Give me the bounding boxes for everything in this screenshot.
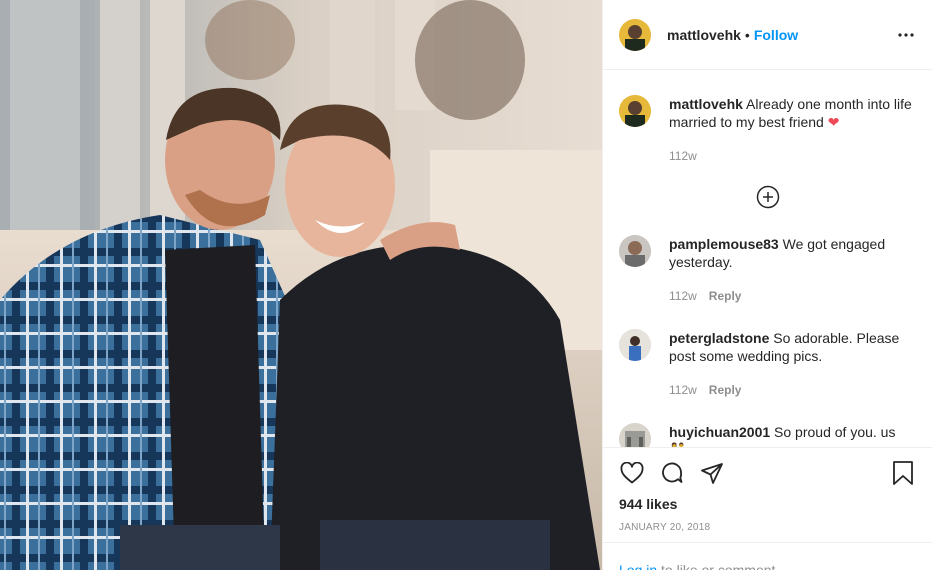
comment-time[interactable]: 112w [669, 381, 697, 399]
post-panel: mattlovehk • Follow mattlovehk Already o… [602, 0, 932, 570]
comment-username[interactable]: huyichuan2001 [669, 424, 770, 440]
heart-icon[interactable] [619, 460, 645, 486]
couple-photo [0, 0, 602, 570]
login-prompt: Log in to like or comment. [603, 542, 932, 570]
login-link[interactable]: Log in [619, 562, 657, 570]
commenter-avatar[interactable] [619, 235, 651, 267]
comment-username[interactable]: pamplemouse83 [669, 236, 779, 252]
commenter-avatar[interactable] [619, 329, 651, 361]
author-avatar[interactable] [619, 95, 651, 127]
like-count[interactable]: 944 likes [619, 496, 916, 512]
share-icon[interactable] [699, 460, 725, 486]
comment-username[interactable]: mattlovehk [669, 96, 743, 112]
comment-item: huyichuan2001 So proud of you. us 👫 [619, 423, 916, 447]
comment-text: So proud of you. us [774, 424, 896, 440]
post-actions: 944 likes JANUARY 20, 2018 [603, 447, 932, 533]
reply-button[interactable]: Reply [709, 287, 742, 305]
commenter-avatar[interactable] [619, 423, 651, 447]
comment-list[interactable]: mattlovehk Already one month into life m… [603, 71, 932, 447]
follow-button[interactable]: Follow [754, 27, 798, 43]
action-bar [619, 448, 916, 498]
more-options-icon[interactable] [896, 25, 916, 45]
comment-time[interactable]: 112w [669, 147, 697, 165]
post-header: mattlovehk • Follow [603, 0, 932, 70]
comment-item: pamplemouse83 We got engaged yesterday. … [619, 235, 916, 305]
load-more-comments[interactable] [619, 185, 916, 211]
comment-icon[interactable] [659, 460, 685, 486]
bookmark-icon[interactable] [890, 460, 916, 486]
load-more-icon[interactable] [756, 185, 780, 209]
separator-dot: • [744, 26, 750, 43]
caption-comment: mattlovehk Already one month into life m… [619, 95, 916, 165]
post-date[interactable]: JANUARY 20, 2018 [619, 522, 916, 533]
heart-emoji: ❤ [827, 114, 840, 130]
reply-button[interactable]: Reply [709, 381, 742, 399]
author-avatar[interactable] [619, 18, 651, 51]
comment-username[interactable]: petergladstone [669, 330, 769, 346]
login-prompt-text: to like or comment. [661, 562, 780, 570]
post-photo[interactable] [0, 0, 602, 570]
author-username[interactable]: mattlovehk [667, 27, 741, 43]
comment-item: petergladstone So adorable. Please post … [619, 329, 916, 399]
comment-time[interactable]: 112w [669, 287, 697, 305]
